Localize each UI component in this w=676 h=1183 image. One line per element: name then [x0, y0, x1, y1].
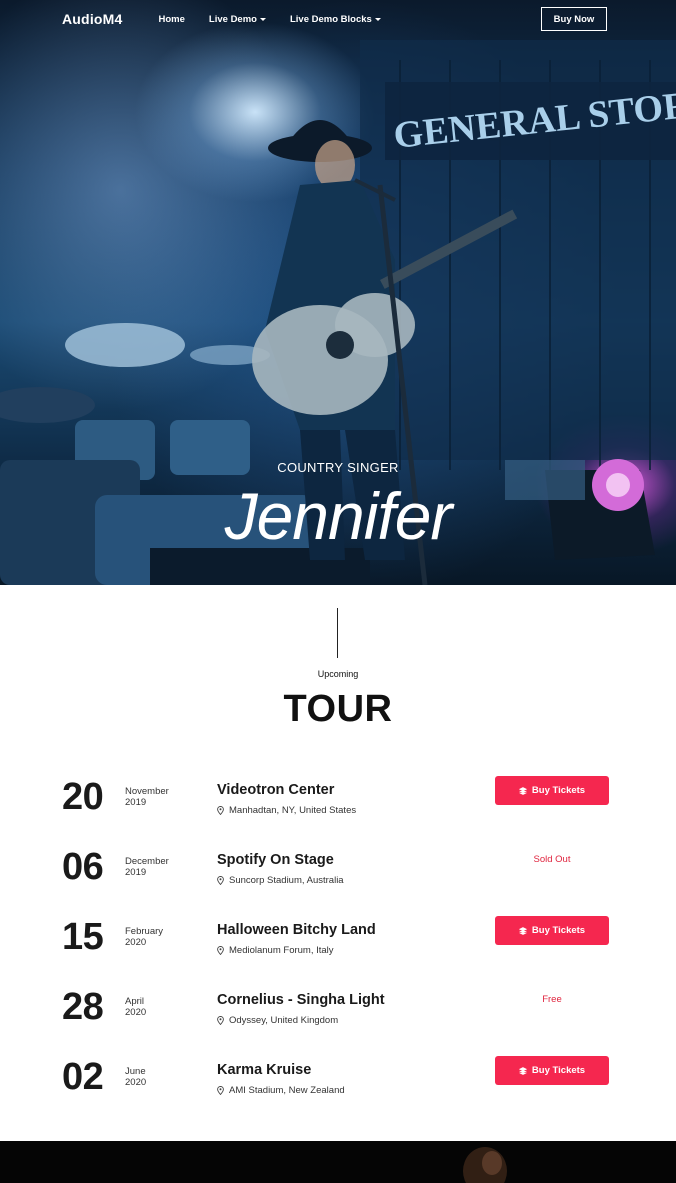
- event-day: 06: [62, 846, 104, 888]
- event-day: 15: [62, 916, 104, 958]
- event-month: December: [125, 856, 169, 867]
- event-month-year: November 2019: [125, 786, 169, 808]
- tour-event-row: 20 November 2019 Videotron Center Manhad…: [0, 776, 676, 836]
- event-location-text: Odyssey, United Kingdom: [229, 1015, 339, 1026]
- event-month: June: [125, 1066, 146, 1077]
- top-navigation: AudioM4 Home Live Demo Live Demo Blocks …: [0, 0, 676, 38]
- menu-item-label: Home: [158, 13, 185, 25]
- site-logo[interactable]: AudioM4: [62, 11, 123, 27]
- map-pin-icon: [217, 1016, 224, 1025]
- event-location: Manhadtan, NY, United States: [217, 805, 356, 816]
- hero-section: GENERAL STOR AudioM4 Home Live Demo Live…: [0, 0, 676, 585]
- event-day: 02: [62, 1056, 104, 1098]
- event-location-text: AMI Stadium, New Zealand: [229, 1085, 345, 1096]
- buy-tickets-label: Buy Tickets: [531, 925, 586, 936]
- event-venue: Spotify On Stage: [217, 852, 334, 868]
- event-location-text: Manhadtan, NY, United States: [229, 805, 357, 816]
- event-location-text: Suncorp Stadium, Australia: [229, 875, 344, 886]
- event-location-text: Mediolanum Forum, Italy: [229, 945, 334, 956]
- event-year: 2019: [125, 866, 147, 878]
- chevron-down-icon: [374, 17, 381, 21]
- sold-out-status: Sold Out: [533, 854, 571, 865]
- event-month-year: February 2020: [125, 926, 164, 948]
- event-location: Odyssey, United Kingdom: [217, 1015, 338, 1026]
- event-location: Suncorp Stadium, Australia: [217, 875, 344, 886]
- tour-event-row: 02 June 2020 Karma Kruise AMI Stadium, N…: [0, 1056, 676, 1116]
- next-section-background: [463, 1147, 507, 1183]
- event-month-year: June 2020: [125, 1066, 147, 1088]
- event-year: 2020: [125, 1076, 147, 1088]
- event-day: 28: [62, 986, 104, 1028]
- chevron-down-icon: [259, 17, 266, 21]
- tour-section: Upcoming TOUR 20 November 2019 Videotron…: [0, 585, 676, 1141]
- map-pin-icon: [217, 1086, 224, 1095]
- menu-item-label: Live Demo Blocks: [289, 13, 372, 25]
- event-month: November: [125, 786, 169, 797]
- event-month: April: [125, 996, 145, 1007]
- map-pin-icon: [217, 946, 224, 955]
- divider-line: [337, 608, 338, 658]
- buy-tickets-button[interactable]: Buy Tickets: [495, 1056, 609, 1085]
- tour-event-row: 06 December 2019 Spotify On Stage Suncor…: [0, 846, 676, 906]
- event-year: 2020: [125, 936, 147, 948]
- event-month: February: [125, 926, 164, 937]
- event-venue: Halloween Bitchy Land: [217, 922, 376, 938]
- buy-now-button[interactable]: Buy Now: [541, 7, 607, 31]
- menu-item-live-demo-blocks[interactable]: Live Demo Blocks: [290, 14, 381, 25]
- buy-tickets-label: Buy Tickets: [531, 1065, 586, 1076]
- buy-tickets-label: Buy Tickets: [531, 785, 586, 796]
- menu-item-live-demo[interactable]: Live Demo: [209, 14, 266, 25]
- buy-tickets-button[interactable]: Buy Tickets: [495, 776, 609, 805]
- event-year: 2020: [125, 1006, 147, 1018]
- free-status: Free: [542, 994, 562, 1005]
- tour-eyebrow: Upcoming: [317, 669, 359, 679]
- hero-title: Jennifer: [224, 479, 453, 553]
- tour-event-row: 28 April 2020 Cornelius - Singha Light O…: [0, 986, 676, 1046]
- tour-title: TOUR: [283, 688, 393, 730]
- map-pin-icon: [217, 806, 224, 815]
- buy-tickets-button[interactable]: Buy Tickets: [495, 916, 609, 945]
- event-year: 2019: [125, 796, 147, 808]
- map-pin-icon: [217, 876, 224, 885]
- hero-subtitle: COUNTRY SINGER: [277, 460, 399, 475]
- event-venue: Cornelius - Singha Light: [217, 992, 385, 1008]
- event-venue: Karma Kruise: [217, 1062, 312, 1078]
- ticket-icon: [518, 1066, 527, 1075]
- tour-event-row: 15 February 2020 Halloween Bitchy Land M…: [0, 916, 676, 976]
- main-menu: Home Live Demo Live Demo Blocks: [159, 14, 381, 25]
- menu-item-home[interactable]: Home: [159, 14, 185, 25]
- event-venue: Videotron Center: [217, 782, 335, 798]
- event-month-year: April 2020: [125, 996, 147, 1018]
- ticket-icon: [518, 926, 527, 935]
- event-month-year: December 2019: [125, 856, 169, 878]
- ticket-icon: [518, 786, 527, 795]
- next-section-image: [0, 1141, 676, 1183]
- event-location: AMI Stadium, New Zealand: [217, 1085, 345, 1096]
- event-location: Mediolanum Forum, Italy: [217, 945, 334, 956]
- menu-item-label: Live Demo: [208, 13, 257, 25]
- event-day: 20: [62, 776, 104, 818]
